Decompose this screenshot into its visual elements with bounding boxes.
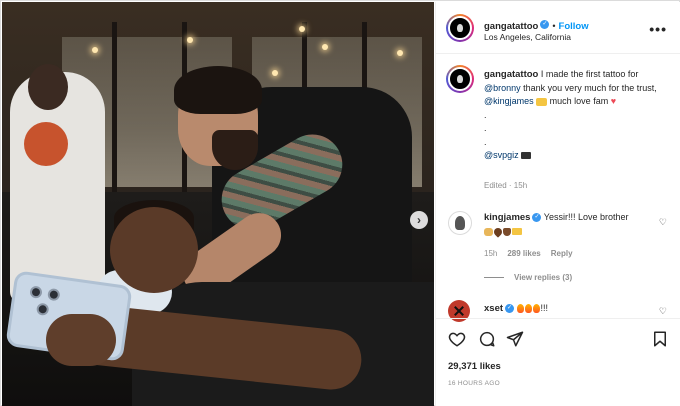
dot-separator: •: [552, 21, 556, 31]
location-link[interactable]: Los Angeles, California: [484, 32, 571, 42]
more-icon[interactable]: •••: [649, 21, 667, 37]
post-actions: 29,371 likes 16 HOURS AGO: [436, 318, 680, 406]
caption-avatar[interactable]: [446, 65, 474, 93]
crown-emoji: [512, 228, 522, 236]
clapper-emoji: [521, 152, 532, 160]
heart-emoji: ♥: [610, 96, 617, 106]
mention-link[interactable]: @kingjames: [484, 96, 534, 106]
comment-likes[interactable]: 289 likes: [507, 249, 540, 258]
fire-emoji: [524, 304, 532, 314]
instagram-post-modal: › gangatattoo ✓ • Follow Los Angeles, Calif…: [0, 0, 680, 406]
verified-icon: ✓: [505, 304, 515, 314]
verified-icon: ✓: [540, 20, 550, 30]
bookmark-icon[interactable]: [651, 330, 669, 348]
post-photo[interactable]: ›: [2, 2, 434, 406]
pray-emoji: [484, 227, 493, 236]
view-replies-button[interactable]: View replies (3): [484, 273, 572, 282]
caption-text: gangatattoo I made the first tattoo for …: [484, 69, 657, 160]
comment: xset ✓ !!! ♡: [436, 298, 680, 322]
comment-username[interactable]: kingjames: [484, 212, 530, 223]
share-icon[interactable]: [506, 330, 524, 348]
comment-text: xset ✓ !!!: [484, 303, 549, 314]
shield-emoji: [503, 227, 511, 236]
follow-button[interactable]: Follow: [559, 21, 589, 32]
crown-emoji: [536, 97, 548, 106]
comment-like-heart-icon[interactable]: ♡: [659, 217, 667, 228]
comment-text: kingjames ✓ Yessir!!! Love brother: [484, 211, 654, 238]
likes-count[interactable]: 29,371 likes: [448, 361, 501, 372]
heart-icon[interactable]: [448, 330, 466, 348]
post-header: gangatattoo ✓ • Follow Los Angeles, Califor…: [436, 2, 680, 54]
commenter-avatar[interactable]: [448, 211, 472, 235]
comment-username[interactable]: xset: [484, 303, 503, 314]
fire-emoji: [516, 304, 524, 314]
brown-heart-emoji: [492, 225, 504, 238]
comment-icon[interactable]: [478, 330, 496, 348]
post-timestamp: 16 HOURS AGO: [448, 380, 501, 387]
edited-timestamp: Edited · 15h: [484, 181, 528, 190]
comment-like-heart-icon[interactable]: ♡: [659, 306, 667, 317]
comment-meta: 15h 289 likes Reply: [484, 249, 573, 258]
client-head: [110, 207, 198, 293]
post-sidebar: gangatattoo ✓ • Follow Los Angeles, Califor…: [435, 2, 680, 406]
mention-link[interactable]: @bronny: [484, 83, 521, 93]
comment: kingjames ✓ Yessir!!! Love brother ♡ 15h 2…: [436, 207, 680, 297]
avatar[interactable]: [446, 14, 474, 42]
reply-button[interactable]: Reply: [551, 249, 573, 258]
caption-username[interactable]: gangatattoo: [484, 69, 538, 80]
mention-link[interactable]: @svpgiz: [484, 150, 519, 160]
post-username[interactable]: gangatattoo: [484, 21, 538, 32]
caption: gangatattoo I made the first tattoo for …: [436, 55, 680, 207]
next-arrow-icon[interactable]: ›: [410, 211, 428, 229]
fire-emoji: [532, 304, 540, 314]
